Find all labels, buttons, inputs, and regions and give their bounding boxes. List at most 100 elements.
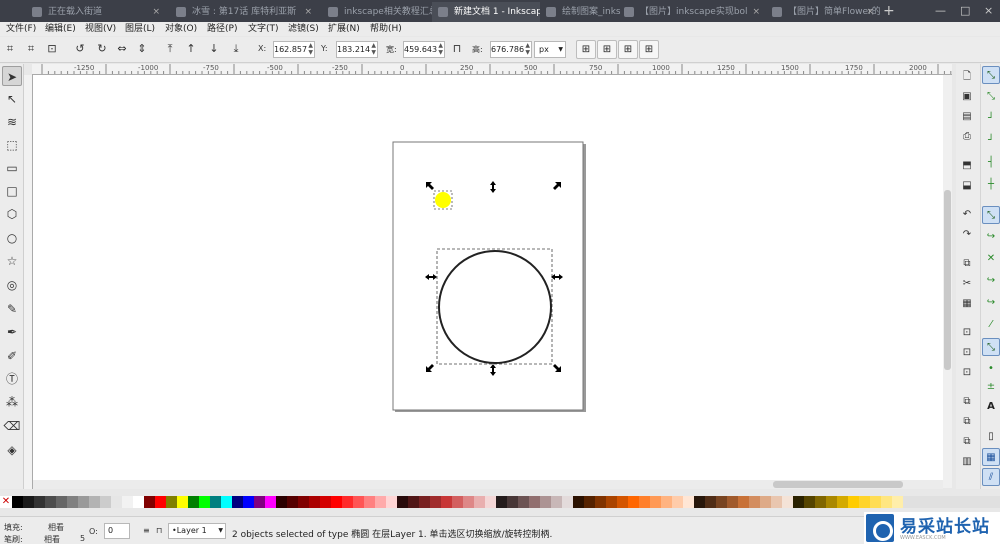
layer-select[interactable]: •Layer 1 ▼ <box>168 523 226 539</box>
import-icon[interactable]: ⬒ <box>958 157 976 175</box>
color-swatch[interactable] <box>716 496 727 508</box>
calligraphy-tool-icon[interactable]: ✐ <box>2 346 22 366</box>
snap-bbox-corner-icon[interactable]: ┘ <box>982 132 1000 150</box>
color-swatch[interactable] <box>56 496 67 508</box>
color-swatch[interactable] <box>694 496 705 508</box>
color-swatch[interactable] <box>529 496 540 508</box>
color-swatch[interactable] <box>804 496 815 508</box>
export-icon[interactable]: ⬓ <box>958 177 976 195</box>
color-swatch[interactable] <box>276 496 287 508</box>
zoom-tool-icon[interactable]: ⬚ <box>2 135 22 155</box>
paste-icon[interactable]: ▦ <box>958 295 976 313</box>
color-swatch[interactable] <box>881 496 892 508</box>
color-swatch[interactable] <box>133 496 144 508</box>
snap-path-intersections-icon[interactable]: ✕ <box>982 250 1000 268</box>
flip-horizontal-icon[interactable]: ⇔ <box>116 43 128 55</box>
lower-icon[interactable]: ↓ <box>208 43 220 55</box>
color-swatch[interactable] <box>606 496 617 508</box>
x-input[interactable]: 162.857 ▲ ▼ <box>273 41 315 58</box>
browser-tab[interactable]: 冰雪 : 第17话 库特利亚斯 × <box>170 2 318 22</box>
color-swatch[interactable] <box>870 496 881 508</box>
color-swatch[interactable] <box>34 496 45 508</box>
stroke-value[interactable]: 相看 <box>44 534 60 544</box>
snap-bbox-center-icon[interactable]: ┼ <box>982 176 1000 194</box>
spiral-tool-icon[interactable]: ◎ <box>2 275 22 295</box>
selector-tool-icon[interactable]: ➤ <box>2 66 22 86</box>
raise-to-top-icon[interactable]: ⤒ <box>164 43 176 55</box>
color-swatch[interactable] <box>793 496 804 508</box>
vertical-scroll-thumb[interactable] <box>944 190 951 370</box>
height-spin-icon[interactable]: ▲ ▼ <box>525 42 530 56</box>
color-swatch[interactable] <box>540 496 551 508</box>
color-swatch[interactable] <box>309 496 320 508</box>
snap-cusp-nodes-icon[interactable]: ↪ <box>982 272 1000 290</box>
color-swatch[interactable] <box>551 496 562 508</box>
color-swatch[interactable] <box>111 496 122 508</box>
color-swatch[interactable] <box>408 496 419 508</box>
opacity-input[interactable]: 0 <box>104 523 130 539</box>
color-swatch[interactable] <box>661 496 672 508</box>
select-all-layers-icon[interactable]: ⌗ <box>25 43 37 55</box>
color-swatch[interactable] <box>265 496 276 508</box>
new-document-icon[interactable]: 🗋 <box>958 68 976 86</box>
color-swatch[interactable] <box>859 496 870 508</box>
color-swatch[interactable] <box>584 496 595 508</box>
color-swatch[interactable] <box>45 496 56 508</box>
color-swatch[interactable] <box>298 496 309 508</box>
color-swatch[interactable] <box>287 496 298 508</box>
tab-close-icon[interactable]: × <box>152 2 160 22</box>
color-swatch[interactable] <box>562 496 573 508</box>
yellow-circle[interactable] <box>435 192 451 208</box>
color-swatch[interactable] <box>155 496 166 508</box>
3d-box-tool-icon[interactable]: ⬡ <box>2 204 22 224</box>
move-gradients-toggle[interactable]: ⊞ <box>618 40 638 59</box>
snap-bbox-icon[interactable]: ⤡ <box>982 88 1000 106</box>
snap-to-paths-icon[interactable]: ↪ <box>982 228 1000 246</box>
color-swatch[interactable] <box>166 496 177 508</box>
snap-grids-icon[interactable]: ▦ <box>982 448 1000 466</box>
color-swatch[interactable] <box>122 496 133 508</box>
menu-text[interactable]: 文字(T) <box>248 22 279 36</box>
tweak-tool-icon[interactable]: ≋ <box>2 112 22 132</box>
browser-tab[interactable]: 绘制图案_inksc <box>540 2 620 22</box>
browser-tab[interactable]: 【图片】inkscape实现bol × <box>618 2 766 22</box>
color-swatch[interactable] <box>760 496 771 508</box>
layer-visibility-icon[interactable]: ≡ <box>143 526 150 535</box>
color-swatch[interactable] <box>518 496 529 508</box>
color-swatch[interactable] <box>320 496 331 508</box>
color-swatch[interactable] <box>826 496 837 508</box>
snap-toggle-icon[interactable]: ⤡ <box>982 66 1000 84</box>
browser-tab[interactable]: 正在载入街道 × <box>26 2 166 22</box>
height-input[interactable]: 676.786 ▲ ▼ <box>490 41 532 58</box>
text-tool-icon[interactable]: Ⓣ <box>2 369 22 389</box>
snap-text-baseline-icon[interactable]: A <box>982 398 1000 416</box>
node-tool-icon[interactable]: ↖ <box>2 89 22 109</box>
spray-tool-icon[interactable]: ⁂ <box>2 392 22 412</box>
width-spin-icon[interactable]: ▲ ▼ <box>438 42 443 56</box>
copy-icon[interactable]: ⧉ <box>958 255 976 273</box>
snap-guides-icon[interactable]: ⫽ <box>982 468 1000 486</box>
scale-stroke-toggle[interactable]: ⊞ <box>576 40 596 59</box>
color-swatch[interactable] <box>100 496 111 508</box>
snap-nodes-icon[interactable]: ⤡ <box>982 206 1000 224</box>
color-swatch[interactable] <box>144 496 155 508</box>
rotate-ccw-icon[interactable]: ↺ <box>74 43 86 55</box>
x-spin-icon[interactable]: ▲ ▼ <box>308 42 313 56</box>
color-swatch[interactable] <box>595 496 606 508</box>
open-file-icon[interactable]: ▣ <box>958 88 976 106</box>
select-all-icon[interactable]: ⌗ <box>4 43 16 55</box>
outlined-circle[interactable] <box>438 250 552 364</box>
menu-filters[interactable]: 滤镜(S) <box>288 22 319 36</box>
star-tool-icon[interactable]: ☆ <box>2 251 22 271</box>
ellipse-tool-icon[interactable]: ○ <box>2 228 22 248</box>
color-swatch[interactable] <box>452 496 463 508</box>
menu-path[interactable]: 路径(P) <box>207 22 237 36</box>
color-swatch[interactable] <box>485 496 496 508</box>
y-spin-icon[interactable]: ▲ ▼ <box>371 42 376 56</box>
color-swatch[interactable] <box>67 496 78 508</box>
flip-vertical-icon[interactable]: ⇕ <box>136 43 148 55</box>
color-swatch[interactable] <box>738 496 749 508</box>
drawing-canvas[interactable] <box>33 75 943 488</box>
color-swatch[interactable] <box>12 496 23 508</box>
stroke-width-value[interactable]: 5 <box>80 534 85 543</box>
